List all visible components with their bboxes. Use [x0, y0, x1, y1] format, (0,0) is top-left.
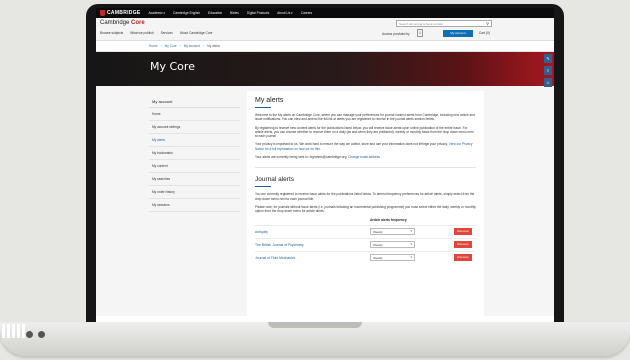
breadcrumb-my-core[interactable]: My Core	[165, 44, 177, 48]
brand-core: Core	[131, 20, 145, 26]
breadcrumb-home[interactable]: Home	[149, 44, 158, 48]
search-input[interactable]: Search all journal & book content ⚲	[396, 20, 492, 27]
privacy-paragraph: Your privacy is important to us. We work…	[255, 142, 476, 151]
journal-row: The British Journal of Psychiatry Weekly…	[255, 237, 476, 251]
about-core[interactable]: About Cambridge Core	[180, 31, 213, 35]
laptop-notch	[268, 322, 362, 328]
account-sidebar: My account Home My account settings My a…	[149, 96, 240, 212]
window-dots	[26, 331, 45, 338]
sidebar-item-home[interactable]: Home	[149, 108, 240, 121]
chevron-down-icon: ▾	[410, 229, 412, 234]
cambridge-logo[interactable]: CAMBRIDGE	[100, 10, 141, 16]
journal-title-underline	[255, 186, 271, 188]
journal-note-paragraph: Please note, for journals without issue …	[255, 204, 476, 214]
nav-academic[interactable]: Academic ▾	[149, 11, 165, 15]
change-email-link[interactable]: Change email address	[348, 155, 380, 159]
logo-text: CAMBRIDGE	[107, 10, 141, 16]
title-underline	[255, 107, 271, 108]
sidebar-item-order-history[interactable]: My order history	[149, 186, 240, 199]
breadcrumb-current: My alerts	[207, 44, 220, 48]
sidebar-item-content[interactable]: My content	[149, 160, 240, 173]
sidebar-item-settings[interactable]: My account settings	[149, 121, 240, 134]
frequency-select[interactable]: Weekly ▾	[370, 254, 415, 262]
base-vents	[2, 324, 25, 338]
user-icon[interactable]: ☺	[417, 29, 423, 37]
alerts-panel: My alerts Welcome to the My alerts on Ca…	[247, 91, 484, 321]
chevron-down-icon: ▾	[410, 242, 412, 247]
sidebar-item-searches[interactable]: My searches	[149, 173, 240, 186]
nav-cambridge-english[interactable]: Cambridge English	[173, 11, 200, 15]
frequency-column-header: Article alerts frequency	[370, 217, 407, 222]
search-icon[interactable]: ⚲	[486, 21, 489, 26]
frequency-value: Weekly	[373, 256, 383, 261]
alerts-title: My alerts	[255, 97, 284, 104]
intro-paragraph: Welcome to the My alerts on Cambridge Co…	[255, 113, 475, 122]
sidebar-item-alerts[interactable]: My alerts	[149, 134, 240, 147]
core-header: Cambridge Core Browse subjects What we p…	[96, 18, 554, 41]
journal-link[interactable]: Journal of Fluid Mechanics	[255, 256, 370, 260]
feedback-icon[interactable]: ✎	[544, 54, 552, 63]
journal-row: Journal of Fluid Mechanics Weekly ▾ Remo…	[255, 250, 476, 264]
registration-paragraph: By registering to receive new content al…	[255, 125, 474, 139]
frequency-value: Weekly	[373, 243, 383, 248]
remove-button[interactable]: Remove	[454, 228, 472, 236]
journal-row: Antiquity Weekly ▾ Remove	[255, 224, 476, 238]
email-paragraph: Your alerts are currently being sent to:…	[255, 155, 476, 159]
frequency-select[interactable]: Weekly ▾	[370, 241, 415, 249]
breadcrumb-separator: ›	[203, 44, 205, 48]
nav-digital-products[interactable]: Digital Products	[247, 11, 269, 15]
menu-icon[interactable]: ≡	[544, 66, 552, 75]
brand-prefix: Cambridge	[100, 20, 130, 26]
breadcrumb-my-account[interactable]: My account	[184, 44, 200, 48]
remove-button[interactable]: Remove	[454, 241, 472, 249]
nav-careers[interactable]: Careers	[301, 11, 312, 15]
journal-intro-paragraph: You are currently registered to receive …	[255, 192, 475, 201]
my-account-button[interactable]: My account	[443, 30, 473, 37]
content-area: My account Home My account settings My a…	[96, 86, 554, 321]
frequency-value: Weekly	[373, 230, 383, 235]
shield-icon	[100, 10, 105, 16]
breadcrumb-separator: ›	[179, 44, 181, 48]
remove-button[interactable]: Remove	[454, 254, 472, 262]
frequency-select[interactable]: Weekly ▾	[370, 228, 415, 236]
breadcrumb: Home › My Core › My account › My alerts	[96, 41, 554, 52]
nav-about-us[interactable]: About Us ▾	[277, 11, 293, 15]
email-text: Your alerts are currently being sent to:…	[255, 155, 348, 160]
page-title: My Core	[150, 60, 195, 73]
brand-title[interactable]: Cambridge Core	[100, 20, 145, 26]
sidebar-heading: My account	[149, 96, 240, 108]
journal-link[interactable]: Antiquity	[255, 230, 370, 234]
chevron-down-icon: ▾	[410, 255, 412, 260]
cart-link[interactable]: Cart (0)	[479, 31, 490, 35]
top-nav: CAMBRIDGE Academic ▾ Cambridge English E…	[96, 8, 554, 18]
browse-menu: Browse subjects What we publish Services…	[100, 31, 212, 35]
access-provided-text: Access provided by	[382, 32, 410, 36]
search-placeholder: Search all journal & book content	[399, 22, 444, 26]
nav-bibles[interactable]: Bibles	[230, 11, 239, 15]
hero-banner: My Core	[96, 52, 554, 86]
sidebar-item-sessions[interactable]: My sessions	[149, 199, 240, 212]
user-icon[interactable]: ☺	[544, 78, 552, 87]
browse-subjects[interactable]: Browse subjects	[100, 31, 123, 35]
services[interactable]: Services	[161, 31, 173, 35]
breadcrumb-separator: ›	[160, 44, 162, 48]
section-divider	[255, 167, 476, 169]
journal-alerts-title: Journal alerts	[255, 176, 295, 184]
screen: CAMBRIDGE Academic ▾ Cambridge English E…	[96, 8, 554, 322]
nav-education[interactable]: Education	[208, 11, 222, 15]
journal-link[interactable]: The British Journal of Psychiatry	[255, 243, 370, 247]
what-we-publish[interactable]: What we publish	[130, 31, 153, 35]
right-rail: ✎ ≡ ☺	[544, 54, 552, 87]
sidebar-item-bookmarks[interactable]: My bookmarks	[149, 147, 240, 160]
